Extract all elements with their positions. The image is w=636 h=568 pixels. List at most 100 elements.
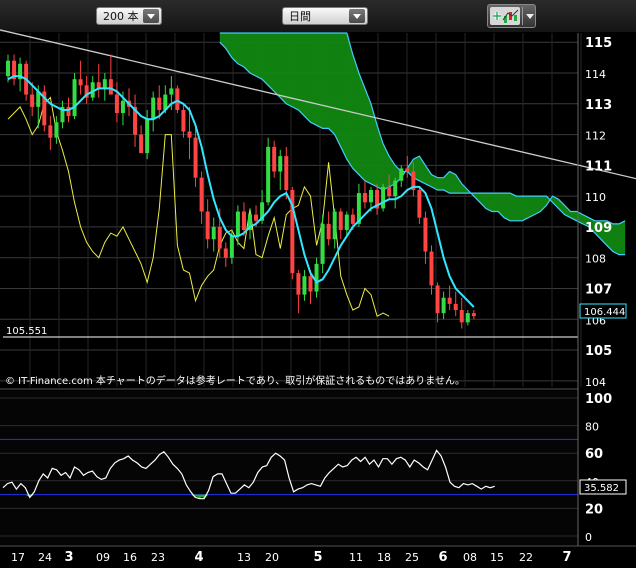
price-tick-label: 110 xyxy=(585,191,606,204)
price-tick-label: 111 xyxy=(585,159,612,174)
price-tick-label: 109 xyxy=(585,221,612,236)
candle-body xyxy=(48,125,53,138)
candle-body xyxy=(102,79,107,89)
x-tick-label: 18 xyxy=(377,551,391,564)
candle-body xyxy=(266,146,271,203)
candle-body xyxy=(338,211,343,231)
x-tick-label: 24 xyxy=(38,551,52,564)
candle-body xyxy=(459,310,464,323)
candle-body xyxy=(465,313,470,323)
candle-body xyxy=(332,211,337,240)
candle-body xyxy=(217,226,222,249)
price-tick-label: 108 xyxy=(585,253,606,266)
candle-body xyxy=(114,94,119,114)
candle-body xyxy=(145,119,150,154)
price-tick-label: 104 xyxy=(585,376,606,389)
candle-body xyxy=(139,134,144,154)
candle-body xyxy=(78,79,83,86)
candle-body xyxy=(302,276,307,295)
rsi-panel-bg xyxy=(0,391,578,545)
candle-body xyxy=(284,156,289,190)
x-tick-label: 16 xyxy=(123,551,137,564)
candle-body xyxy=(211,226,216,240)
candle-body xyxy=(447,297,452,304)
candle-body xyxy=(181,109,186,132)
x-tick-label: 17 xyxy=(11,551,25,564)
candle-body xyxy=(314,263,319,292)
x-tick-label: 25 xyxy=(405,551,419,564)
candle-body xyxy=(435,285,440,314)
candle-body xyxy=(175,88,180,110)
candle-body xyxy=(417,189,422,218)
candle-body xyxy=(193,137,198,178)
candle-body xyxy=(471,313,476,317)
rsi-axis-ticks: 100806040200 xyxy=(585,392,612,544)
candle-body xyxy=(205,211,210,240)
last-price-label: 106.444 xyxy=(584,307,625,318)
candle-body xyxy=(30,94,35,107)
price-tick-label: 113 xyxy=(585,98,612,113)
candle-body xyxy=(108,79,113,95)
x-tick-label: 3 xyxy=(64,550,73,565)
candle-body xyxy=(157,97,162,110)
candle-body xyxy=(278,156,283,172)
candle-body xyxy=(441,297,446,314)
candle-body xyxy=(235,211,240,237)
price-axis-bg xyxy=(578,33,636,387)
x-tick-label: 4 xyxy=(194,550,203,565)
rsi-tick-label: 20 xyxy=(585,502,603,517)
candle-body xyxy=(362,193,367,203)
rsi-tick-label: 0 xyxy=(585,531,592,544)
hline-label: 105.551 xyxy=(6,326,47,337)
candle-body xyxy=(187,131,192,138)
candle-body xyxy=(6,60,10,77)
x-tick-label: 08 xyxy=(463,551,477,564)
rsi-tick-label: 100 xyxy=(585,392,612,407)
price-tick-label: 107 xyxy=(585,282,612,297)
candle-body xyxy=(405,168,410,172)
price-tick-label: 115 xyxy=(585,36,612,51)
candle-body xyxy=(241,211,246,231)
price-tick-label: 112 xyxy=(585,130,606,143)
x-tick-label: 11 xyxy=(349,551,363,564)
candle-body xyxy=(326,223,331,240)
copyright-notice: © IT-Finance.com 本チャートのデータは参考レートであり、取引が保… xyxy=(5,374,465,387)
x-tick-label: 6 xyxy=(438,550,447,565)
x-tick-label: 09 xyxy=(96,551,110,564)
candle-body xyxy=(308,276,313,292)
price-tick-label: 105 xyxy=(585,344,612,359)
chart-canvas: 105.551 11511411311211111010910810710610… xyxy=(0,29,636,565)
candle-body xyxy=(429,251,434,286)
candle-body xyxy=(369,189,373,203)
rsi-tick-label: 60 xyxy=(585,447,603,462)
candle-body xyxy=(229,236,234,258)
rsi-tick-label: 80 xyxy=(585,421,599,434)
x-tick-label: 5 xyxy=(313,550,322,565)
x-tick-label: 20 xyxy=(265,551,279,564)
candle-body xyxy=(169,88,174,95)
candle-body xyxy=(393,180,398,197)
candle-body xyxy=(254,214,259,221)
candle-body xyxy=(223,248,228,258)
candle-body xyxy=(344,214,349,231)
candle-body xyxy=(151,97,156,120)
price-tick-label: 114 xyxy=(585,68,606,81)
candle-body xyxy=(120,100,125,114)
candle-body xyxy=(272,146,277,172)
candle-body xyxy=(320,223,325,264)
x-tick-label: 7 xyxy=(562,550,571,565)
x-tick-label: 13 xyxy=(237,551,251,564)
candle-body xyxy=(72,79,77,117)
candle-body xyxy=(54,122,59,138)
candle-body xyxy=(453,303,458,311)
candle-body xyxy=(381,186,386,209)
x-tick-label: 15 xyxy=(490,551,504,564)
candle-body xyxy=(199,177,204,212)
x-tick-label: 23 xyxy=(151,551,165,564)
candle-body xyxy=(296,273,301,295)
x-tick-label: 22 xyxy=(519,551,533,564)
candle-body xyxy=(423,217,428,252)
candle-body xyxy=(387,186,392,197)
rsi-last-label: 35.582 xyxy=(584,483,619,494)
candle-body xyxy=(350,214,355,224)
